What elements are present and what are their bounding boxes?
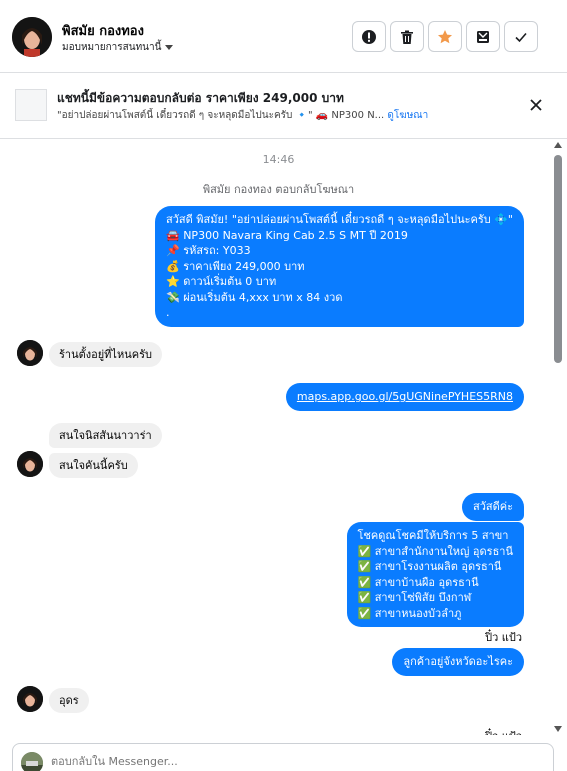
ad-message-line: . xyxy=(166,306,170,319)
contact-avatar-small xyxy=(17,340,43,366)
branch-line: โชคดูณโชคมีให้บริการ 5 สาขา xyxy=(357,529,509,542)
check-icon xyxy=(515,32,527,42)
seen-indicator: ปิ๋ว แป้ว xyxy=(485,631,522,644)
message-thread[interactable]: 14:46 พิสมัย กองทอง ตอบกลับโฆษณา สวัสดี … xyxy=(0,139,567,735)
report-button[interactable] xyxy=(352,21,386,52)
scroll-up-arrow-icon[interactable] xyxy=(554,142,562,148)
header-actions xyxy=(352,21,538,52)
outgoing-link-message[interactable]: maps.app.goo.gl/5gUGNinePYHES5RN8 xyxy=(285,383,524,411)
outgoing-branches-message[interactable]: โชคดูณโชคมีให้บริการ 5 สาขา ✅ สาขาสำนักง… xyxy=(346,522,524,627)
branch-line: ✅ สาขาสำนักงานใหญ่ อุดรธานี xyxy=(357,544,513,558)
timestamp: 14:46 xyxy=(262,153,295,166)
chevron-down-icon xyxy=(165,45,174,50)
ad-preview-text: "อย่าปล่อยผ่านโพสต์นี้ เดี๋ยวรถดี ๆ จะหล… xyxy=(57,110,385,121)
delete-button[interactable] xyxy=(390,21,424,52)
maps-link[interactable]: maps.app.goo.gl/5gUGNinePYHES5RN8 xyxy=(297,390,513,403)
archive-button[interactable] xyxy=(466,21,500,52)
alert-icon xyxy=(362,29,376,44)
ad-message-line: 💰 ราคาเพียง 249,000 บาท xyxy=(166,259,305,273)
ad-message-line: สวัสดี พิสมัย! "อย่าปล่อยผ่านโพสต์นี้ เด… xyxy=(166,213,513,226)
message-composer[interactable] xyxy=(12,743,554,771)
assign-label: มอบหมายการสนทนานี้ xyxy=(62,42,162,53)
contact-avatar-small xyxy=(17,686,43,712)
outgoing-ad-message[interactable]: สวัสดี พิสมัย! "อย่าปล่อยผ่านโพสต์นี้ เด… xyxy=(155,206,524,327)
incoming-message[interactable]: ร้านตั้งอยู่ที่ไหนครับ xyxy=(49,342,162,367)
ad-reply-note: พิสมัย กองทอง ตอบกลับโฆษณา xyxy=(202,183,355,196)
close-icon[interactable] xyxy=(527,96,545,114)
branch-line: ✅ สาขาโรงงานผลิต อุดรธานี xyxy=(357,560,502,573)
conversation-header: พิสมัย กองทอง มอบหมายการสนทนานี้ xyxy=(0,0,567,73)
view-ad-link[interactable]: ดูโฆษณา xyxy=(387,110,428,121)
incoming-message[interactable]: สนใจนิสสันนาวาร่า xyxy=(49,423,162,448)
star-icon xyxy=(438,29,452,43)
ad-message-line: 📌 รหัสรถ: Y033 xyxy=(166,244,251,257)
star-button[interactable] xyxy=(428,21,462,52)
ad-context-bar: แชทนี้มีข้อความตอบกลับต่อ ราคาเพียง 249,… xyxy=(0,73,567,139)
scroll-down-arrow-icon[interactable] xyxy=(554,726,562,732)
ad-message-line: 💸 ผ่อนเริ่มต้น 4,xxx บาท x 84 งวด xyxy=(166,290,343,304)
seen-indicator: ปิ๋ว แป้ว xyxy=(485,727,522,735)
mark-done-button[interactable] xyxy=(504,21,538,52)
branch-line: ✅ สาขาบ้านผือ อุดรธานี xyxy=(357,575,479,589)
contact-name[interactable]: พิสมัย กองทอง xyxy=(62,20,144,41)
assign-conversation-dropdown[interactable]: มอบหมายการสนทนานี้ xyxy=(62,40,174,55)
reply-input[interactable] xyxy=(51,755,531,768)
trash-icon xyxy=(401,30,413,44)
contact-avatar[interactable] xyxy=(12,17,52,57)
branch-line: ✅ สาขาหนองบัวลำภู xyxy=(357,606,462,620)
contact-avatar-small xyxy=(17,451,43,477)
branch-line: ✅ สาขาโซ่พิสัย บึงกาฬ xyxy=(357,591,472,604)
incoming-message[interactable]: สนใจคันนี้ครับ xyxy=(49,453,138,478)
incoming-message[interactable]: อุดร xyxy=(49,688,89,713)
outgoing-message[interactable]: สวัสดีค่ะ xyxy=(461,493,524,521)
scroll-thumb[interactable] xyxy=(554,155,562,363)
ad-title: แชทนี้มีข้อความตอบกลับต่อ ราคาเพียง 249,… xyxy=(57,91,344,105)
ad-thumbnail[interactable] xyxy=(15,89,47,121)
ad-message-line: 🚘 NP300 Navara King Cab 2.5 S MT ปี 2019 xyxy=(166,228,408,242)
ad-subtitle: "อย่าปล่อยผ่านโพสต์นี้ เดี๋ยวรถดี ๆ จะหล… xyxy=(57,108,428,123)
page-avatar xyxy=(21,752,43,771)
scrollbar[interactable] xyxy=(553,139,563,735)
outgoing-message[interactable]: ลูกค้าอยู่จังหวัดอะไรคะ xyxy=(392,648,524,676)
archive-icon xyxy=(477,30,489,43)
ad-message-line: ⭐ ดาวน์เริ่มต้น 0 บาท xyxy=(166,275,277,288)
